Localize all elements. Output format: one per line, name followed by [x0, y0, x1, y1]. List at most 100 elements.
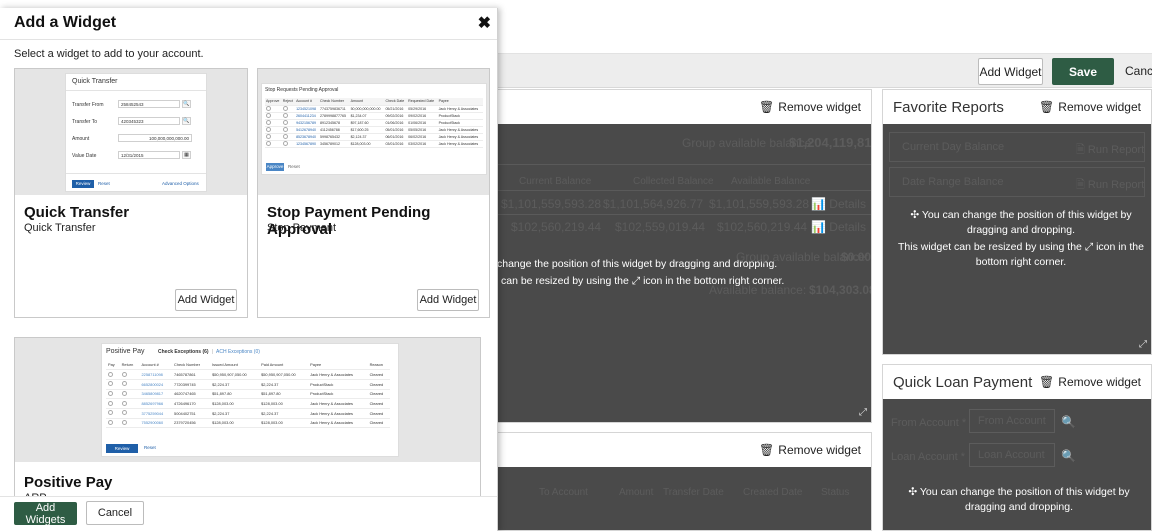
trash-icon: 🗑	[1039, 375, 1055, 389]
table-row: 3775259044 5004402751 $2,224.37 $2,224.37 Ja…	[106, 408, 390, 419]
report-row-current-day[interactable]: Current Day Balance 🗎 Run Report	[889, 132, 1145, 162]
row1-available: $1,101,559,593.28	[709, 197, 810, 211]
row2-available: $102,560,219.44	[717, 220, 808, 234]
trash-icon: 🗑	[759, 443, 775, 457]
table-row: 2258711098 7465787861 $50,950,907,050.00 $5…	[106, 369, 390, 380]
modal-subtitle: Select a widget to add to your account.	[14, 48, 204, 60]
add-widgets-button[interactable]: Add Widgets	[14, 502, 77, 526]
row2-collected: $102,559,019.44	[615, 220, 706, 234]
transfers-widget-body: To Account Amount Transfer Date Created …	[491, 467, 871, 530]
document-icon: 🗎	[1076, 144, 1085, 156]
available-balance-value: $104,303.08	[809, 283, 871, 297]
favorite-reports-drag-hint: ✣ You can change the position of this wi…	[910, 209, 1132, 236]
add-widget-modal: Add a Widget ✖ Select a widget to add to…	[0, 8, 498, 531]
search-icon: 🔍	[182, 117, 191, 125]
col-to-account: To Account	[539, 487, 588, 498]
transfers-widget[interactable]: 🗑 Remove widget To Account Amount Transf…	[490, 432, 872, 531]
modal-header: Add a Widget ✖	[0, 8, 497, 40]
balances-widget[interactable]: 🗑 Remove widget Group available balance:…	[490, 89, 872, 423]
col-created-date: Created Date	[743, 487, 803, 498]
quick-loan-drag-hint: ✣ You can change the position of this wi…	[908, 486, 1130, 513]
resize-icon[interactable]: ⤢	[859, 407, 867, 418]
table-row: 2604411234 2789998877765 $1,234.07 09/02/20…	[265, 112, 483, 120]
chart-icon: 📊	[811, 220, 826, 234]
quick-loan-widget[interactable]: Quick Loan Payment 🗑 Remove widget From …	[882, 364, 1152, 531]
col-current-balance: Current Balance	[519, 176, 592, 187]
favorite-reports-title: Favorite Reports	[893, 99, 1004, 116]
report-row-date-range[interactable]: Date Range Balance 🗎 Run Report	[889, 167, 1145, 197]
trash-icon: 🗑	[1039, 100, 1055, 114]
search-icon[interactable]: 🔍	[1061, 415, 1076, 429]
modal-footer: Add Widgets Cancel	[0, 496, 497, 531]
chart-icon: 📊	[811, 197, 826, 211]
balances-widget-header: 🗑 Remove widget	[491, 90, 871, 124]
row1-details[interactable]: 📊 Details	[811, 197, 866, 211]
modal-cancel-button[interactable]: Cancel	[86, 501, 144, 525]
row2-details[interactable]: 📊 Details	[811, 220, 866, 234]
table-row: 9432156789 8912345678 $97,187.60 01/06/2016…	[265, 119, 483, 127]
amount-input: 100,000,000,000.00	[118, 134, 192, 142]
widget-list[interactable]: Quick Transfer Transfer From 258452543 🔍…	[0, 68, 497, 504]
group-balance-value: $1,204,119,812.72	[789, 135, 871, 150]
cancel-link[interactable]: Cancel	[1125, 64, 1152, 78]
table-row: 1234567890 3456789012 $128,003.00 03/01/201…	[265, 140, 483, 148]
trash-icon: 🗑	[759, 100, 775, 114]
balances-remove-widget[interactable]: 🗑 Remove widget	[759, 100, 861, 114]
favorite-reports-remove-widget[interactable]: 🗑 Remove widget	[1039, 100, 1141, 114]
dashboard-toolbar: Add Widget Save Cancel	[498, 53, 1152, 88]
positive-pay-mini: Positive Pay Check Exceptions (6) | ACH …	[101, 343, 399, 457]
table-row: 7552900060 2379720456 $128,003.00 $128,003.…	[106, 418, 390, 429]
balances-widget-body: Group available balance: $1,204,119,812.…	[491, 124, 871, 422]
from-account-label: From Account *	[891, 417, 967, 429]
add-widget-button[interactable]: Add Widget	[978, 58, 1043, 85]
table-row: 6652800024 7720399745 $2,224.37 $2,224.37 Pr…	[106, 379, 390, 390]
col-status: Status	[821, 487, 850, 498]
run-report-link[interactable]: 🗎 Run Report	[1076, 141, 1144, 160]
calendar-icon: ▦	[182, 151, 191, 159]
quick-loan-body: From Account * From Account 🔍 Loan Accou…	[883, 399, 1151, 530]
tile-title: Quick Transfer	[24, 204, 130, 221]
quick-loan-title: Quick Loan Payment	[893, 374, 1033, 391]
available-balance-label: Available balance:	[709, 283, 807, 297]
stop-payment-mini: Stop Requests Pending Approval Approve Re…	[261, 83, 487, 175]
close-icon[interactable]: ✖	[478, 13, 491, 33]
from-account-input[interactable]: From Account	[969, 409, 1055, 433]
widget-tile-stop-payment[interactable]: Stop Requests Pending Approval Approve Re…	[257, 68, 490, 318]
tile-title: Positive Pay	[24, 474, 113, 491]
favorite-reports-widget[interactable]: Favorite Reports 🗑 Remove widget Current…	[882, 89, 1152, 355]
tile-description: Quick Transfer	[24, 222, 96, 234]
col-amount: Amount	[619, 487, 654, 498]
add-widget-quick-transfer-button[interactable]: Add Widget	[175, 289, 237, 311]
favorite-reports-resize-hint: This widget can be resized by using the …	[898, 241, 1144, 268]
approve-button: Approve	[266, 163, 284, 171]
loan-account-label: Loan Account *	[891, 451, 966, 463]
stop-payment-table: Approve Reject Account # Check Number Amou…	[265, 98, 483, 148]
table-row: 3465809817 4620747465 $51,897.80 $51,897.80…	[106, 389, 390, 400]
widget-tile-positive-pay[interactable]: Positive Pay Check Exceptions (6) | ACH …	[14, 337, 481, 504]
save-button[interactable]: Save	[1052, 58, 1114, 85]
transfers-widget-header: 🗑 Remove widget	[491, 433, 871, 467]
move-icon: ✣	[908, 486, 918, 498]
table-row: 8523678940 5998765432 $2,124.37 06/01/2016 0…	[265, 133, 483, 141]
tile-description: Stop Payment	[267, 222, 337, 234]
quick-loan-remove-widget[interactable]: 🗑 Remove widget	[1039, 375, 1141, 389]
table-row: 5412678940 4112456788 $17,600.25 05/01/2016…	[265, 126, 483, 134]
group-balance-value-2: $0.00	[841, 250, 871, 264]
add-widget-stop-payment-button[interactable]: Add Widget	[417, 289, 479, 311]
run-report-link[interactable]: 🗎 Run Report	[1076, 176, 1144, 195]
quick-transfer-mini: Quick Transfer Transfer From 258452543 🔍…	[65, 73, 207, 192]
transfer-to-input: 420345323	[118, 117, 180, 125]
table-row: 1234521098 7743759836711 50,000,000,000.00…	[265, 105, 483, 113]
widget-tile-quick-transfer[interactable]: Quick Transfer Transfer From 258452543 🔍…	[14, 68, 248, 318]
col-transfer-date: Transfer Date	[663, 487, 724, 498]
search-icon[interactable]: 🔍	[1061, 449, 1076, 463]
row2-current: $102,560,219.44	[511, 220, 602, 234]
transfer-from-input: 258452543	[118, 100, 180, 108]
row1-collected: $1,101,564,926.77	[603, 197, 704, 211]
loan-account-input[interactable]: Loan Account	[969, 443, 1055, 467]
col-collected-balance: Collected Balance	[633, 176, 714, 187]
resize-icon[interactable]: ⤢	[1139, 339, 1147, 350]
transfers-remove-widget[interactable]: 🗑 Remove widget	[759, 443, 861, 457]
move-icon: ✣	[910, 209, 920, 221]
positive-pay-preview: Positive Pay Check Exceptions (6) | ACH …	[15, 338, 480, 462]
